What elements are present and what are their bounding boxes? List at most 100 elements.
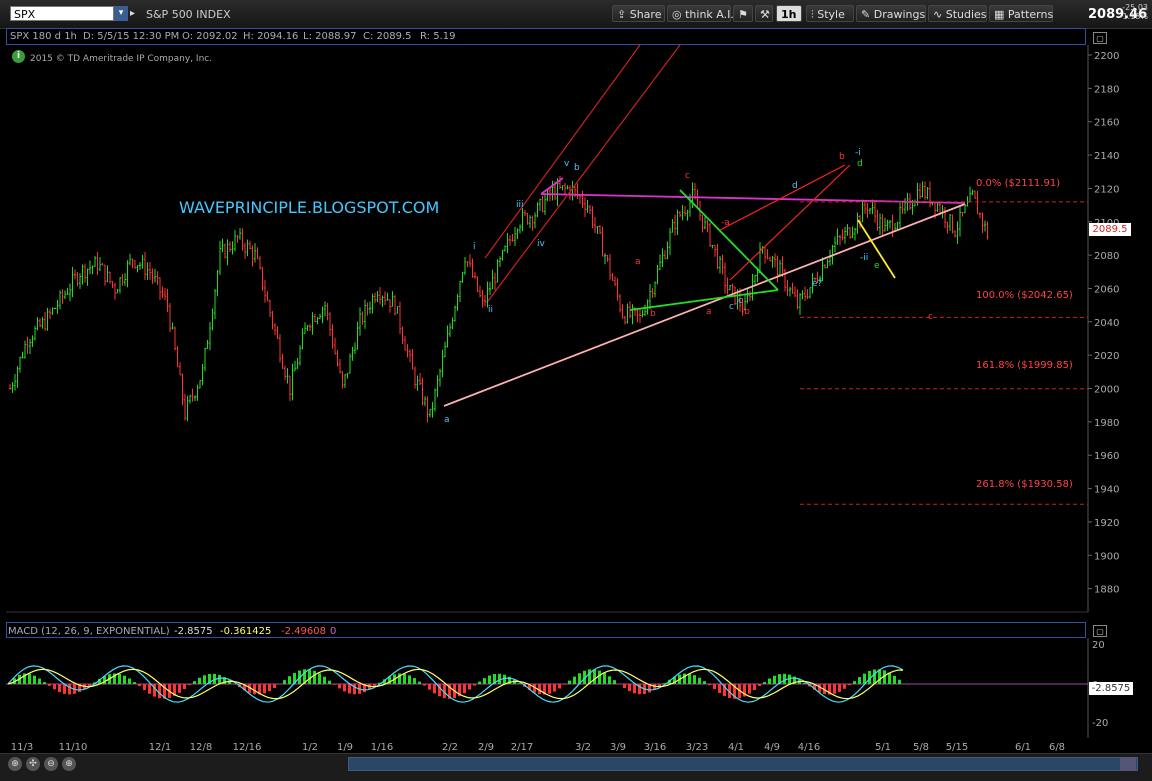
macd-bar (613, 680, 616, 684)
price-chart[interactable]: 2200218021602140212021002080206020402020… (0, 0, 1152, 620)
x-tick-label: 12/1 (149, 742, 171, 753)
macd-bar (283, 680, 286, 684)
lower-trendline (444, 204, 965, 406)
x-tick-label: 3/23 (686, 742, 708, 753)
wave-label: b (650, 309, 656, 319)
x-tick-label: 5/8 (913, 742, 929, 753)
wave-label: iv (537, 239, 546, 249)
price-tag: 2089.5 (1089, 223, 1131, 236)
macd-bar (718, 684, 721, 693)
macd-bar (188, 684, 191, 685)
macd-bar (183, 684, 186, 689)
wave-label: d (857, 159, 863, 169)
macd-bar (843, 684, 846, 689)
macd-bar (343, 684, 346, 691)
macd-avg: -0.361425 (220, 626, 271, 637)
macd-axis-top: 20 (1092, 640, 1105, 651)
x-tick-label: 5/1 (875, 742, 891, 753)
macd-bar (573, 677, 576, 684)
green-diagonal-line (680, 190, 778, 290)
macd-bar (118, 674, 121, 684)
macd-zero: 0 (330, 626, 336, 637)
x-tick-label: 12/16 (233, 742, 262, 753)
macd-bar (148, 684, 151, 694)
macd-bar (698, 678, 701, 684)
macd-bar (178, 684, 181, 693)
macd-bar (463, 684, 466, 693)
macd-bar (408, 675, 411, 684)
macd-maximize-icon[interactable]: ▢ (1093, 625, 1107, 637)
macd-bar (633, 684, 636, 693)
zoom-out-icon[interactable]: ⊖ (44, 757, 58, 771)
macd-bar (503, 675, 506, 684)
macd-bar (748, 684, 751, 694)
macd-bar (683, 674, 686, 684)
macd-bar (838, 684, 841, 692)
scrollbar-thumb[interactable] (1120, 757, 1136, 771)
macd-bar (873, 669, 876, 684)
macd-bar (608, 676, 611, 684)
wave-labels: aiiiiiiivvbcab-aacc-bde?b-id-iiec (444, 148, 933, 425)
macd-bar (203, 675, 206, 684)
macd-diff: -2.49608 (281, 626, 326, 637)
fib-label: 261.8% ($1930.58) (976, 479, 1073, 490)
macd-bar (853, 681, 856, 684)
wave-label: c (685, 171, 690, 181)
macd-bar (33, 676, 36, 684)
x-tick-label: 11/3 (11, 742, 33, 753)
time-scrollbar[interactable] (348, 757, 1138, 771)
macd-axis-bottom: -20 (1092, 718, 1108, 729)
y-tick-label: 1880 (1094, 585, 1119, 596)
macd-bar (263, 684, 266, 693)
y-tick-label: 2160 (1094, 118, 1119, 129)
y-tick-label: 1920 (1094, 518, 1119, 529)
wave-label: a (635, 257, 641, 267)
macd-bar (768, 679, 771, 684)
y-tick-label: 2000 (1094, 385, 1119, 396)
macd-bar (418, 682, 421, 684)
macd-bar (68, 684, 71, 694)
macd-bar (193, 681, 196, 684)
pan-icon[interactable]: ✣ (26, 757, 40, 771)
x-tick-label: 2/17 (511, 742, 533, 753)
macd-bar (428, 684, 431, 690)
macd-value: -2.8575 (174, 626, 213, 637)
macd-chart: 20 0 -20 (0, 638, 1152, 748)
macd-bar (158, 684, 161, 698)
wave-label: v (564, 159, 570, 169)
x-tick-label: 4/1 (728, 742, 744, 753)
wave-label: -a (721, 218, 730, 228)
macd-bar (858, 677, 861, 684)
macd-bar (123, 676, 126, 684)
macd-bar (803, 683, 806, 684)
crosshair-icon[interactable]: ⊕ (8, 757, 22, 771)
macd-bar (708, 684, 711, 685)
fib-label: 0.0% ($2111.91) (976, 178, 1060, 189)
macd-bar (488, 676, 491, 684)
macd-bar (128, 678, 131, 684)
macd-bar (783, 674, 786, 684)
macd-bar (43, 682, 46, 684)
macd-bar (138, 684, 141, 686)
macd-bar (313, 671, 316, 684)
macd-bar (308, 669, 311, 684)
wave-label: ii (488, 305, 493, 315)
zoom-in-icon[interactable]: ⊕ (62, 757, 76, 771)
macd-bar (483, 678, 486, 684)
fib-label: 100.0% ($2042.65) (976, 290, 1073, 301)
wave-label: b (574, 163, 580, 173)
macd-bar (713, 684, 716, 689)
macd-bar (848, 684, 851, 685)
y-axis-ticks: 2200218021602140212021002080206020402020… (1088, 51, 1119, 596)
macd-bar (413, 678, 416, 684)
wave-label: a (444, 415, 450, 425)
macd-bar (688, 674, 691, 684)
y-tick-label: 1980 (1094, 418, 1119, 429)
macd-bar (473, 684, 476, 686)
macd-bar (763, 682, 766, 684)
y-tick-label: 1940 (1094, 485, 1119, 496)
y-tick-label: 2120 (1094, 184, 1119, 195)
wave-label: -ii (860, 253, 868, 263)
macd-bar (333, 684, 336, 685)
y-tick-label: 2020 (1094, 351, 1119, 362)
